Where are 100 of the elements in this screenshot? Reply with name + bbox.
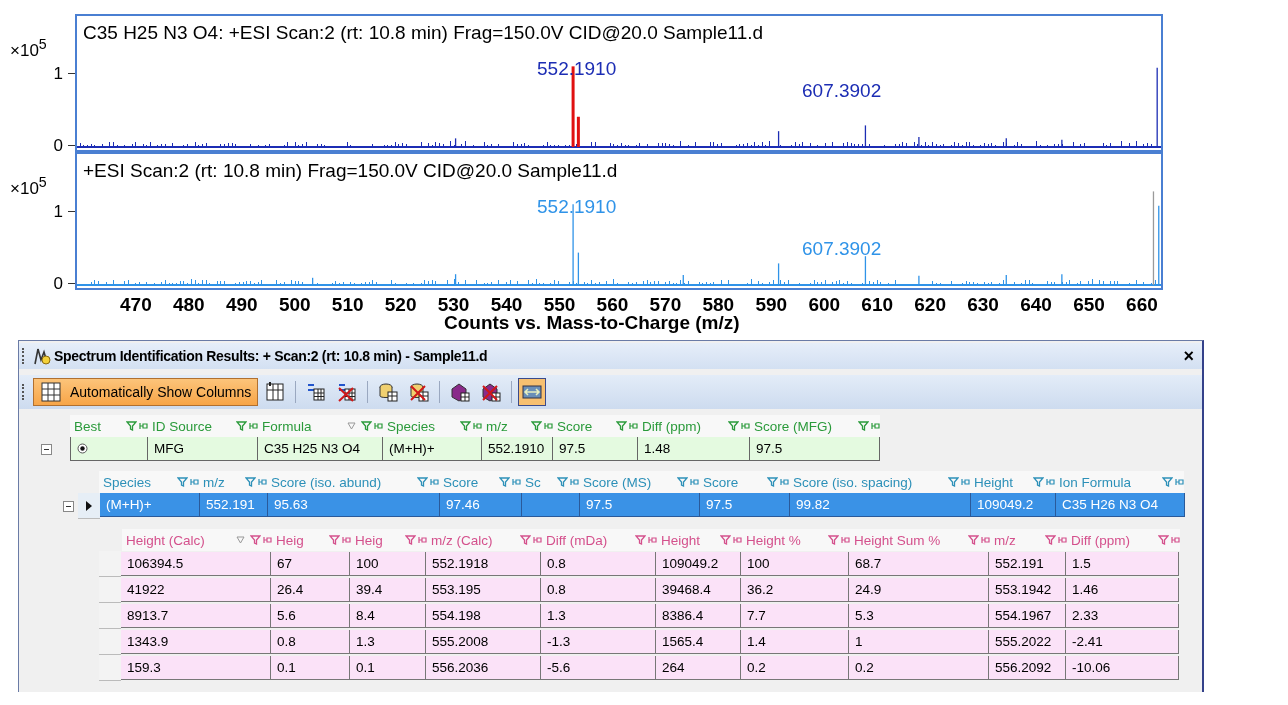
table-row[interactable]: (M+H)+ 552.191 95.63 97.46 97.5 97.5 99.82 109049.2 C35 H26 N3 O4 — [78, 493, 1185, 519]
column-header[interactable]: Diff (ppm) — [1067, 529, 1180, 551]
filter-icon[interactable] — [520, 535, 531, 545]
column-header[interactable]: Height — [970, 471, 1055, 493]
table-cell: 0.8 — [271, 630, 350, 654]
filter-icon[interactable] — [728, 421, 739, 431]
column-header[interactable]: Height — [657, 529, 742, 551]
filter-icon[interactable] — [616, 421, 627, 431]
filter-icon[interactable] — [417, 477, 428, 487]
filter-icon[interactable] — [828, 535, 839, 545]
collapse-icon[interactable] — [41, 443, 52, 455]
row-header[interactable] — [78, 493, 100, 519]
pin-icon[interactable] — [190, 478, 199, 486]
table-cell: 26.4 — [271, 578, 350, 602]
filter-icon[interactable] — [361, 421, 372, 431]
filter-icon[interactable] — [720, 535, 731, 545]
filter-icon[interactable] — [1033, 477, 1044, 487]
filter-icon[interactable] — [1162, 477, 1173, 487]
column-header[interactable]: Height % — [742, 529, 850, 551]
filter-icon[interactable] — [557, 477, 568, 487]
filter-icon[interactable] — [635, 535, 646, 545]
column-header[interactable]: Ion Formula — [1055, 471, 1184, 493]
spectrum-app-icon — [32, 346, 52, 366]
filter-icon[interactable] — [460, 421, 471, 431]
column-header[interactable]: Species — [99, 471, 199, 493]
link-icon[interactable] — [518, 378, 547, 406]
filter-icon[interactable] — [1158, 535, 1169, 545]
filter-icon[interactable] — [250, 535, 261, 545]
pin-icon[interactable] — [1171, 536, 1180, 544]
pin-icon[interactable] — [841, 536, 850, 544]
sort-icon[interactable] — [236, 536, 245, 544]
pin-icon[interactable] — [1046, 478, 1055, 486]
column-header[interactable]: ID Source — [148, 415, 258, 437]
close-button[interactable]: × — [1175, 345, 1202, 367]
pin-icon[interactable] — [139, 422, 148, 430]
radio-button[interactable] — [77, 443, 88, 454]
pin-icon[interactable] — [512, 478, 521, 486]
column-header[interactable]: Heig — [351, 529, 427, 551]
sort-icon[interactable] — [347, 422, 356, 430]
filter-icon[interactable] — [858, 421, 869, 431]
pin-icon[interactable] — [1058, 536, 1067, 544]
column-header[interactable]: Score (MS) — [579, 471, 699, 493]
filter-icon[interactable] — [405, 535, 416, 545]
column-header[interactable]: m/z — [199, 471, 267, 493]
table-cell: 99.82 — [790, 493, 971, 517]
column-header[interactable]: m/z — [482, 415, 553, 437]
column-header[interactable]: m/z — [990, 529, 1067, 551]
column-header[interactable]: Score (MFG) — [750, 415, 880, 437]
pin-icon[interactable] — [544, 422, 553, 430]
filter-icon[interactable] — [177, 477, 188, 487]
pin-icon[interactable] — [741, 422, 750, 430]
column-header[interactable]: m/z (Calc) — [427, 529, 542, 551]
filter-icon[interactable] — [236, 421, 247, 431]
column-header[interactable]: Heig — [272, 529, 351, 551]
pin-icon[interactable] — [871, 422, 880, 430]
filter-icon[interactable] — [531, 421, 542, 431]
pin-icon[interactable] — [258, 478, 267, 486]
column-header[interactable]: Diff (ppm) — [638, 415, 750, 437]
filter-icon[interactable] — [499, 477, 510, 487]
filter-icon[interactable] — [329, 535, 340, 545]
filter-icon[interactable] — [126, 421, 137, 431]
column-header[interactable]: Score (iso. abund) — [267, 471, 439, 493]
pin-icon[interactable] — [249, 422, 258, 430]
column-header[interactable]: Height (Calc) — [122, 529, 272, 551]
column-header[interactable]: Sc — [521, 471, 579, 493]
column-header[interactable]: Score (iso. spacing) — [789, 471, 970, 493]
pin-icon[interactable] — [342, 536, 351, 544]
column-header[interactable]: Score — [699, 471, 789, 493]
pin-icon[interactable] — [533, 536, 542, 544]
pin-icon[interactable] — [473, 422, 482, 430]
filter-icon[interactable] — [677, 477, 688, 487]
pin-icon[interactable] — [430, 478, 439, 486]
column-header[interactable]: Score — [553, 415, 638, 437]
auto-columns-button[interactable]: Automatically Show Columns — [33, 378, 259, 406]
collapse-icon[interactable] — [63, 500, 74, 512]
pin-icon[interactable] — [690, 478, 699, 486]
column-header[interactable]: Species — [383, 415, 482, 437]
table-cell: 1.5 — [1066, 552, 1179, 576]
pin-icon[interactable] — [961, 478, 970, 486]
pin-icon[interactable] — [780, 478, 789, 486]
filter-icon[interactable] — [948, 477, 959, 487]
column-header[interactable]: Diff (mDa) — [542, 529, 657, 551]
filter-icon[interactable] — [1045, 535, 1056, 545]
pin-icon[interactable] — [374, 422, 383, 430]
filter-icon[interactable] — [968, 535, 979, 545]
filter-icon[interactable] — [767, 477, 778, 487]
filter-icon[interactable] — [245, 477, 256, 487]
column-header[interactable]: Formula — [258, 415, 383, 437]
pin-icon[interactable] — [570, 478, 579, 486]
pin-icon[interactable] — [418, 536, 427, 544]
column-header[interactable]: Score — [439, 471, 521, 493]
column-header[interactable]: Best — [70, 415, 148, 437]
pin-icon[interactable] — [1175, 478, 1184, 486]
pin-icon[interactable] — [981, 536, 990, 544]
pin-icon[interactable] — [629, 422, 638, 430]
column-header[interactable]: Height Sum % — [850, 529, 990, 551]
pin-icon[interactable] — [263, 536, 272, 544]
axis-tick-label: 490 — [224, 294, 259, 316]
pin-icon[interactable] — [733, 536, 742, 544]
pin-icon[interactable] — [648, 536, 657, 544]
